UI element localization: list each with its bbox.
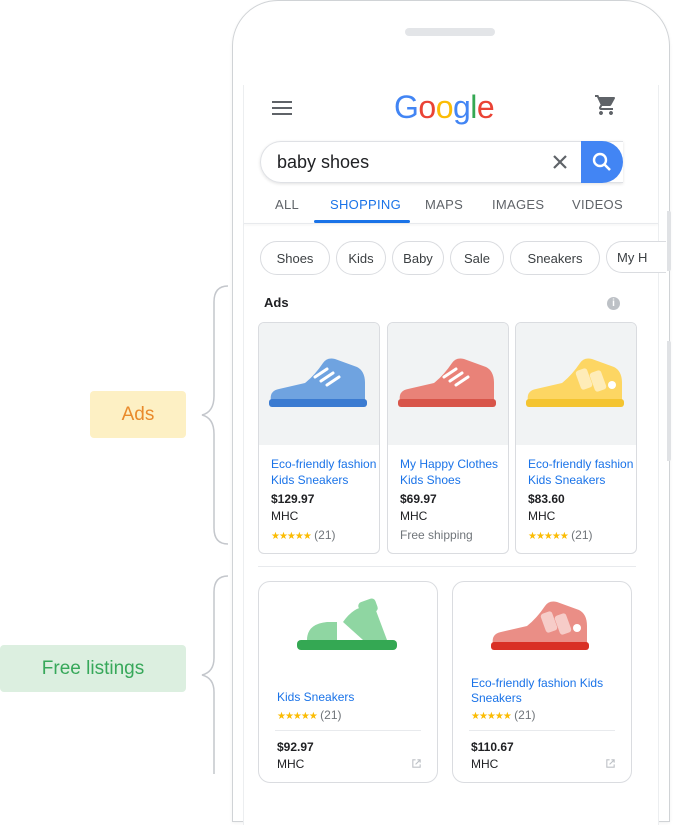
tab-shopping[interactable]: SHOPPING [330, 197, 401, 212]
filter-chip[interactable]: Shoes [260, 241, 330, 275]
info-icon[interactable] [607, 297, 620, 310]
filter-chip[interactable]: Sneakers [510, 241, 600, 275]
shopping-cart-icon[interactable] [594, 93, 618, 117]
phone-side-button [667, 341, 671, 461]
sneaker-image [491, 601, 589, 650]
filter-chip[interactable]: Baby [392, 241, 444, 275]
header-divider [244, 223, 658, 224]
filter-chip[interactable]: Sale [450, 241, 504, 275]
star-rating: ★★★★★ [271, 531, 312, 542]
sandal-image [297, 598, 397, 650]
phone-screen: Google baby shoes ALL SHOPPING MAPS IMAG… [243, 85, 666, 825]
product-price: $129.97 [271, 492, 315, 506]
search-query: baby shoes [277, 152, 370, 172]
logo-letter: o [435, 89, 454, 125]
tab-videos[interactable]: VIDEOS [572, 197, 623, 212]
star-rating: ★★★★★ [471, 711, 512, 722]
product-title: Kids Sneakers [277, 690, 355, 704]
merchant-name: MHC [271, 509, 299, 523]
product-price: $69.97 [400, 492, 437, 506]
tab-maps[interactable]: MAPS [425, 197, 463, 212]
filter-chip[interactable]: My H [606, 241, 666, 273]
free-listings-brace [201, 575, 229, 774]
ads-callout: Ads [90, 391, 186, 438]
product-title: Eco-friendly fashion Kids Sneakers [528, 457, 634, 487]
product-title: Eco-friendly fashion Kids Sneakers [471, 676, 604, 705]
filter-chip[interactable]: Kids [336, 241, 386, 275]
product-rating: ★★★★★ (21) [271, 528, 336, 542]
review-count: (21) [510, 708, 536, 722]
logo-letter: g [452, 89, 471, 125]
product-price: $92.97 [277, 740, 314, 754]
product-price: $83.60 [528, 492, 565, 506]
review-count: (21) [316, 708, 342, 722]
product-image [516, 323, 636, 445]
free-listing-card[interactable]: Kids Sneakers ★★★★★ (21) $92.97 MHC [258, 581, 438, 783]
product-image [388, 323, 508, 445]
ads-brace [201, 285, 229, 545]
card-divider [275, 730, 421, 731]
ad-product-card[interactable]: Eco-friendly fashion Kids Sneakers $83.60… [515, 322, 637, 554]
phone-speaker [405, 28, 495, 36]
external-link-icon[interactable] [605, 758, 616, 769]
logo-letter: l [470, 89, 477, 125]
merchant-name: MHC [528, 509, 556, 523]
tab-all[interactable]: ALL [275, 197, 299, 212]
google-logo[interactable]: Google [394, 89, 495, 126]
star-rating: ★★★★★ [528, 531, 569, 542]
sneaker-image [526, 358, 624, 407]
section-divider [258, 566, 636, 567]
menu-icon[interactable] [272, 101, 292, 117]
search-tabs: ALL SHOPPING MAPS IMAGES VIDEOS [260, 193, 630, 223]
logo-letter: o [418, 89, 436, 125]
phone-frame: Google baby shoes ALL SHOPPING MAPS IMAG… [232, 0, 671, 825]
merchant-name: MHC [277, 757, 305, 771]
ad-product-card[interactable]: My Happy Clothes Kids Shoes $69.97 MHC Free… [387, 322, 509, 554]
product-rating: ★★★★★ (21) [528, 528, 593, 542]
ad-product-card[interactable]: Eco-friendly fashion Kids Sneakers $129.9… [258, 322, 380, 554]
product-image [259, 323, 379, 445]
logo-letter: e [476, 89, 495, 125]
product-rating: ★★★★★ (21) [277, 708, 342, 722]
review-count: (21) [567, 528, 593, 542]
external-link-icon[interactable] [411, 758, 422, 769]
clear-icon[interactable] [551, 153, 569, 171]
merchant-name: MHC [400, 509, 428, 523]
search-icon [592, 152, 611, 171]
free-listings-callout: Free listings [0, 645, 186, 692]
product-price: $110.67 [471, 740, 514, 754]
search-button[interactable] [581, 141, 623, 183]
card-divider [469, 730, 615, 731]
merchant-name: MHC [471, 757, 499, 771]
tab-images[interactable]: IMAGES [492, 197, 544, 212]
star-rating: ★★★★★ [277, 711, 318, 722]
sneaker-image [269, 358, 367, 407]
product-rating: ★★★★★ (21) [471, 708, 536, 722]
product-title: Eco-friendly fashion Kids Sneakers [271, 457, 377, 487]
ads-label: Ads [264, 295, 289, 310]
free-listing-card[interactable]: Eco-friendly fashion Kids Sneakers ★★★★★ … [452, 581, 632, 783]
phone-side-button [667, 211, 671, 271]
sneaker-image [398, 358, 496, 407]
shipping-info: Free shipping [400, 528, 473, 542]
logo-letter: G [394, 89, 419, 125]
search-input[interactable]: baby shoes [260, 141, 623, 183]
product-title: My Happy Clothes Kids Shoes [400, 457, 499, 487]
review-count: (21) [310, 528, 336, 542]
